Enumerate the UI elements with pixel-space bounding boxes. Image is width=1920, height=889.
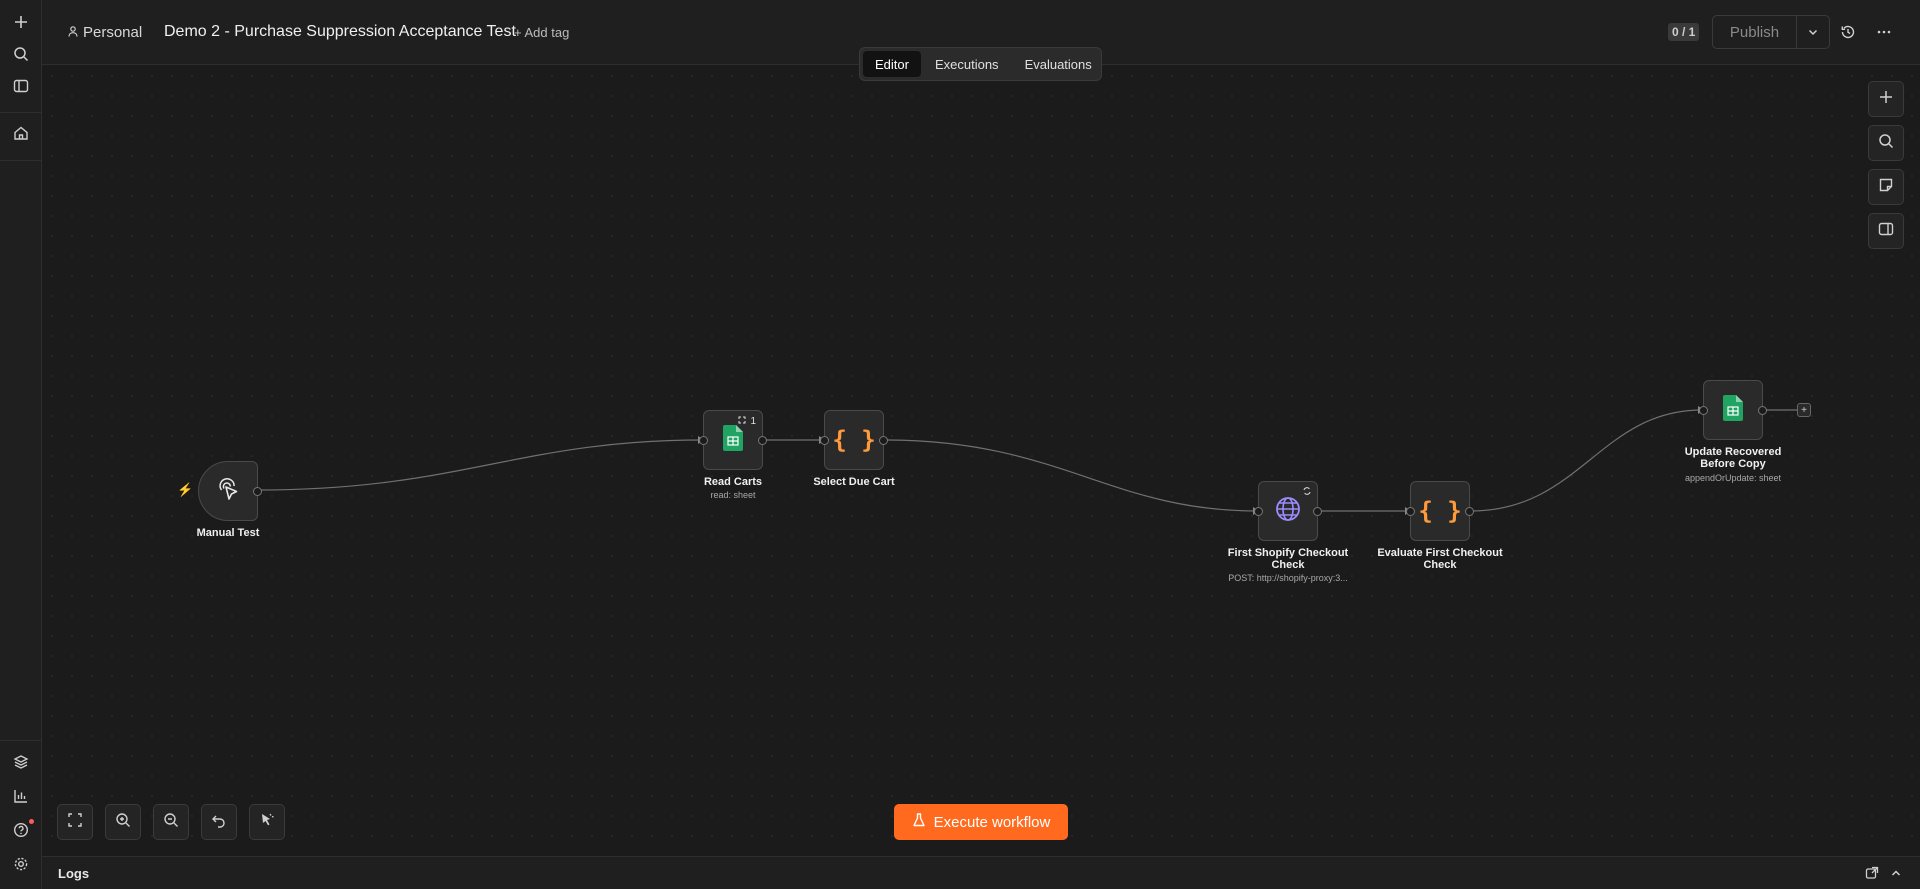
view-tabs: Editor Executions Evaluations [859, 47, 1102, 81]
node-subtitle-first-shopify: POST: http://shopify-proxy:3... [1228, 573, 1348, 583]
plus-icon [1879, 90, 1893, 109]
settings-icon[interactable] [8, 851, 34, 877]
globe-icon [1274, 495, 1302, 528]
zoom-out-button[interactable] [153, 804, 189, 840]
add-node-button[interactable]: + [1797, 403, 1811, 417]
logs-panel-bar[interactable]: Logs [42, 856, 1920, 889]
left-sidebar [0, 0, 42, 889]
google-sheets-icon [723, 424, 743, 456]
add-icon[interactable] [8, 9, 34, 35]
toggle-panel-tool[interactable] [1868, 213, 1904, 249]
node-update-recovered-before-copy[interactable] [1699, 380, 1767, 440]
node-label-select-due-cart: Select Due Cart [813, 476, 895, 488]
node-read-carts[interactable]: 1 [699, 410, 767, 470]
more-options-icon[interactable] [1874, 22, 1894, 42]
refresh-badge [1303, 487, 1311, 498]
run-badge: 1 [738, 416, 756, 427]
workflow-canvas[interactable] [42, 66, 1920, 855]
output-port[interactable] [758, 436, 767, 445]
project-name: Personal [83, 24, 143, 41]
input-port[interactable] [1254, 507, 1263, 516]
undo-button[interactable] [201, 804, 237, 840]
tab-executions[interactable]: Executions [923, 51, 1011, 77]
run-count: 1 [750, 416, 756, 427]
input-port[interactable] [1699, 406, 1708, 415]
trigger-bolt-icon: ⚡ [177, 482, 194, 497]
active-counter: 0 / 1 [1668, 23, 1700, 41]
sticky-note-icon [1878, 177, 1894, 198]
node-label-manual-test: Manual Test [196, 527, 260, 539]
expand-icon [738, 416, 746, 427]
tab-editor[interactable]: Editor [863, 51, 921, 77]
node-subtitle-update-recovered: appendOrUpdate: sheet [1684, 473, 1782, 483]
tidy-up-button[interactable] [249, 804, 285, 840]
node-first-shopify-checkout-check[interactable] [1254, 481, 1322, 541]
chevron-down-icon[interactable] [1797, 16, 1829, 48]
node-subtitle-read-carts: read: sheet [710, 490, 756, 500]
workflow-title[interactable]: Demo 2 - Purchase Suppression Acceptance… [164, 23, 516, 41]
node-label-evaluate-first: Evaluate First Checkout Check [1377, 547, 1503, 571]
panel-right-icon [1878, 221, 1894, 242]
insights-icon[interactable] [8, 783, 34, 809]
output-port[interactable] [879, 436, 888, 445]
logs-label: Logs [58, 866, 90, 881]
pop-out-icon[interactable] [1864, 865, 1880, 881]
refresh-icon [1303, 487, 1311, 498]
publish-button-group: Publish [1712, 15, 1830, 49]
code-braces-icon: { } [1418, 497, 1462, 525]
history-icon[interactable] [1838, 22, 1858, 42]
flask-icon [912, 813, 926, 831]
help-icon[interactable] [8, 817, 34, 843]
search-nodes-tool[interactable] [1868, 125, 1904, 161]
sticky-note-tool[interactable] [1868, 169, 1904, 205]
user-icon [68, 24, 78, 41]
output-port[interactable] [1465, 507, 1474, 516]
input-port[interactable] [699, 436, 708, 445]
node-manual-test[interactable] [198, 461, 262, 521]
tab-evaluations[interactable]: Evaluations [1013, 51, 1104, 77]
code-braces-icon: { } [832, 426, 876, 454]
cursor-click-icon [213, 474, 243, 509]
output-port[interactable] [1313, 507, 1322, 516]
node-select-due-cart[interactable]: { } [820, 410, 888, 470]
zoom-in-icon [115, 812, 131, 833]
templates-icon[interactable] [8, 749, 34, 775]
search-icon [1878, 133, 1894, 154]
project-breadcrumb[interactable]: Personal [68, 24, 142, 41]
search-icon[interactable] [8, 41, 34, 67]
node-label-first-shopify: First Shopify Checkout Check [1227, 547, 1349, 571]
node-evaluate-first-checkout-check[interactable]: { } [1406, 481, 1474, 541]
fit-view-button[interactable] [57, 804, 93, 840]
add-node-tool[interactable] [1868, 81, 1904, 117]
node-label-read-carts: Read Carts [703, 476, 763, 488]
zoom-out-icon [163, 812, 179, 833]
brush-cursor-icon [259, 812, 275, 833]
google-sheets-icon [1723, 394, 1743, 426]
output-port[interactable] [253, 487, 262, 496]
chevron-up-icon[interactable] [1888, 865, 1904, 881]
output-port[interactable] [1758, 406, 1767, 415]
publish-button[interactable]: Publish [1713, 16, 1797, 48]
input-port[interactable] [820, 436, 829, 445]
execute-workflow-button[interactable]: Execute workflow [894, 804, 1068, 840]
toggle-sidebar-icon[interactable] [8, 73, 34, 99]
add-tag-button[interactable]: + Add tag [514, 25, 569, 40]
input-port[interactable] [1406, 507, 1415, 516]
undo-icon [211, 812, 227, 833]
fit-view-icon [67, 812, 83, 833]
zoom-in-button[interactable] [105, 804, 141, 840]
node-label-update-recovered: Update Recovered Before Copy [1684, 446, 1782, 470]
home-icon[interactable] [8, 120, 34, 146]
execute-workflow-label: Execute workflow [933, 813, 1051, 831]
